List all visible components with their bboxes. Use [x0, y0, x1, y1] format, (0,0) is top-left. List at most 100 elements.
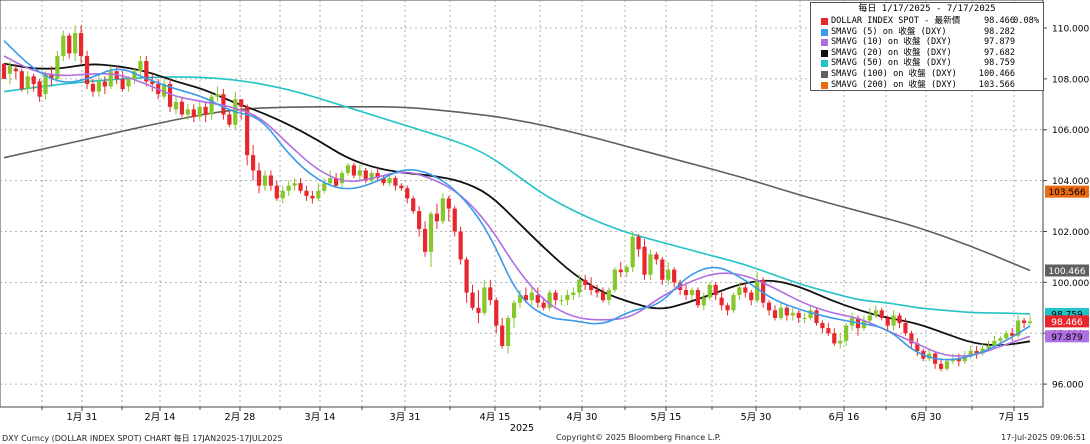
candle-body	[470, 292, 475, 308]
y-tick-label: 100.000	[1052, 279, 1089, 289]
legend-swatch	[821, 28, 828, 36]
legend-series-value: 100.466	[978, 68, 1015, 79]
candle-body	[452, 208, 457, 232]
last-value-label: 98.466	[1051, 318, 1083, 328]
candle-body	[565, 295, 570, 301]
candle-body	[268, 175, 273, 186]
legend-swatch	[821, 60, 828, 68]
candle-body	[102, 81, 107, 87]
candle-body	[488, 287, 493, 301]
candle-body	[660, 259, 665, 280]
x-tick-label: 6月 30	[911, 412, 942, 423]
last-value-label: 97.879	[1051, 333, 1083, 343]
legend-series-name: SMAVG (50) on 收盤 (DXY)	[831, 58, 952, 69]
legend-series-value: 103.566	[978, 79, 1015, 90]
legend-series-value: 98.282	[983, 26, 1015, 37]
legend-series-value: 97.682	[983, 47, 1015, 58]
candle-body	[405, 188, 410, 199]
candle-body	[648, 254, 653, 275]
candle-body	[654, 254, 659, 260]
candle-body	[541, 302, 546, 308]
candle-body	[642, 246, 647, 275]
candle-body	[695, 289, 700, 306]
candle-body	[719, 297, 724, 306]
candle-body	[891, 315, 896, 326]
candle-body	[1004, 333, 1009, 339]
candle-body	[838, 340, 843, 344]
candle-body	[553, 292, 558, 301]
legend-swatch	[821, 49, 828, 57]
candle-body	[820, 323, 825, 329]
y-tick-label: 106.000	[1052, 126, 1089, 136]
legend-series-name: DOLLAR INDEX SPOT - 最新價	[831, 16, 961, 26]
candle-body	[938, 363, 944, 369]
candle-body	[683, 289, 689, 296]
legend-entry: DOLLAR INDEX SPOT - 最新價 98.466 0.08%	[811, 16, 1043, 27]
candle-body	[630, 236, 635, 268]
candle-body	[885, 317, 890, 326]
candle-body	[594, 289, 600, 293]
candle-body	[387, 178, 392, 184]
candle-body	[867, 315, 872, 321]
candle-body	[215, 94, 220, 97]
candle-body	[197, 106, 202, 118]
candle-body	[832, 333, 837, 344]
legend-series-value: 97.879	[983, 37, 1015, 48]
candle-body	[743, 287, 748, 293]
candle-body	[600, 292, 606, 301]
candle-body	[577, 279, 582, 293]
y-tick-label: 96.000	[1052, 381, 1084, 391]
candle-body	[7, 66, 13, 74]
x-tick-label: 6月 16	[829, 412, 860, 423]
candle-body	[138, 61, 143, 72]
x-tick-label: 1月 31	[67, 412, 98, 423]
candle-body	[345, 165, 351, 173]
x-tick-label: 4月 30	[567, 412, 598, 423]
candle-body	[250, 155, 256, 171]
candle-body	[500, 325, 505, 346]
candle-body	[227, 114, 232, 125]
candle-body	[749, 292, 754, 301]
candle-body	[458, 231, 463, 260]
candle-body	[713, 284, 718, 296]
candle-body	[25, 76, 30, 90]
legend-swatch	[821, 81, 828, 89]
candle-body	[511, 302, 517, 318]
x-tick-label: 2月 28	[225, 412, 256, 423]
candle-body	[126, 78, 131, 87]
candle-body	[701, 297, 706, 306]
footer-timestamp: 17-Jul-2025 09:06:51	[1001, 433, 1086, 442]
candle-body	[61, 35, 66, 56]
candle-body	[339, 172, 345, 184]
candle-body	[31, 76, 36, 84]
legend-series-name: SMAVG (200) on 收盤 (DXY)	[831, 79, 957, 90]
candle-body	[417, 211, 422, 229]
legend-series-name: SMAVG (20) on 收盤 (DXY)	[831, 47, 952, 58]
candle-body	[262, 175, 268, 186]
legend-series-value: 98.759	[983, 58, 1015, 69]
legend-entry: SMAVG (20) on 收盤 (DXY) 97.682	[811, 48, 1043, 59]
candle-body	[879, 310, 884, 318]
candle-body	[173, 101, 179, 110]
candle-body	[304, 190, 309, 196]
legend-swatch	[821, 39, 828, 47]
candle-body	[778, 307, 784, 318]
candle-body	[322, 183, 327, 191]
candle-body	[298, 183, 303, 191]
x-tick-label: 7月 15	[999, 412, 1030, 423]
x-tick-label: 3月 14	[305, 412, 336, 423]
footer-copyright: Copyright© 2025 Bloomberg Finance L.P.	[556, 433, 721, 442]
candle-body	[725, 305, 730, 311]
candle-body	[618, 269, 623, 273]
candle-body	[897, 315, 902, 324]
candle-body	[624, 267, 629, 273]
candle-body	[666, 269, 671, 280]
candle-body	[203, 106, 208, 115]
candle-body	[434, 213, 440, 222]
last-value-label: 100.466	[1048, 267, 1085, 277]
legend-entry: SMAVG (50) on 收盤 (DXY) 98.759	[811, 58, 1043, 69]
footer-chart-info: DXY Curncy (DOLLAR INDEX SPOT) CHART 每日 …	[2, 434, 283, 443]
candle-body	[464, 259, 469, 293]
candle-body	[440, 198, 445, 222]
candle-body	[185, 109, 190, 115]
